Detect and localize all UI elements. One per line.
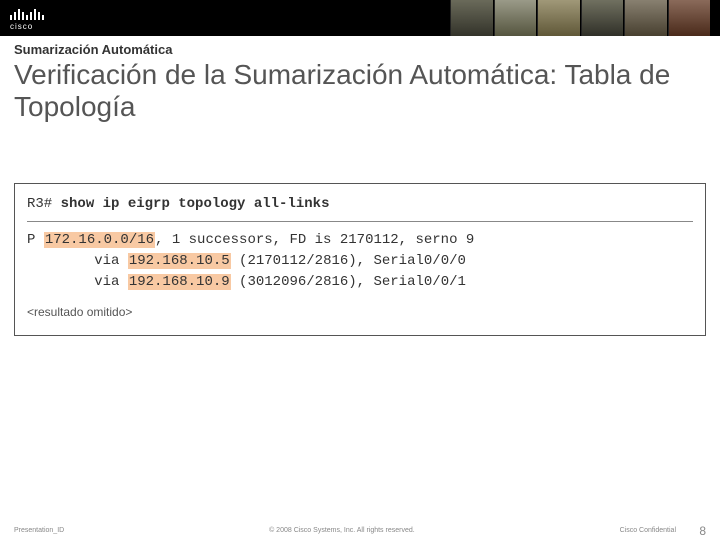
divider [27,221,693,222]
command-text: show ip eigrp topology all-links [61,196,330,212]
highlight-via-2: 192.168.10.9 [128,274,231,290]
highlight-network: 172.16.0.0/16 [44,232,155,248]
header-image-strip [450,0,710,36]
prompt: R3# [27,196,52,212]
confidential-text: Cisco Confidential [620,527,676,534]
cisco-logo: cisco [10,6,44,31]
cisco-bars-icon [10,6,44,20]
output-omitted: <resultado omitido> [27,303,693,321]
page-title: Verificación de la Sumarización Automáti… [0,57,720,123]
topology-line-3: via 192.168.10.9 (3012096/2816), Serial0… [27,272,693,293]
section-label: Sumarización Automática [0,36,720,57]
brand-name: cisco [10,22,33,31]
footer: Presentation_ID © 2008 Cisco Systems, In… [0,527,720,534]
highlight-via-1: 192.168.10.5 [128,253,231,269]
topology-line-1: P 172.16.0.0/16, 1 successors, FD is 217… [27,230,693,251]
top-bar: cisco [0,0,720,36]
terminal-command-line: R3# show ip eigrp topology all-links [27,194,693,215]
topology-line-2: via 192.168.10.5 (2170112/2816), Serial0… [27,251,693,272]
copyright-text: © 2008 Cisco Systems, Inc. All rights re… [64,527,619,534]
page-number: 8 [699,524,706,538]
terminal-output: R3# show ip eigrp topology all-links P 1… [14,183,706,336]
presentation-id: Presentation_ID [14,527,64,534]
